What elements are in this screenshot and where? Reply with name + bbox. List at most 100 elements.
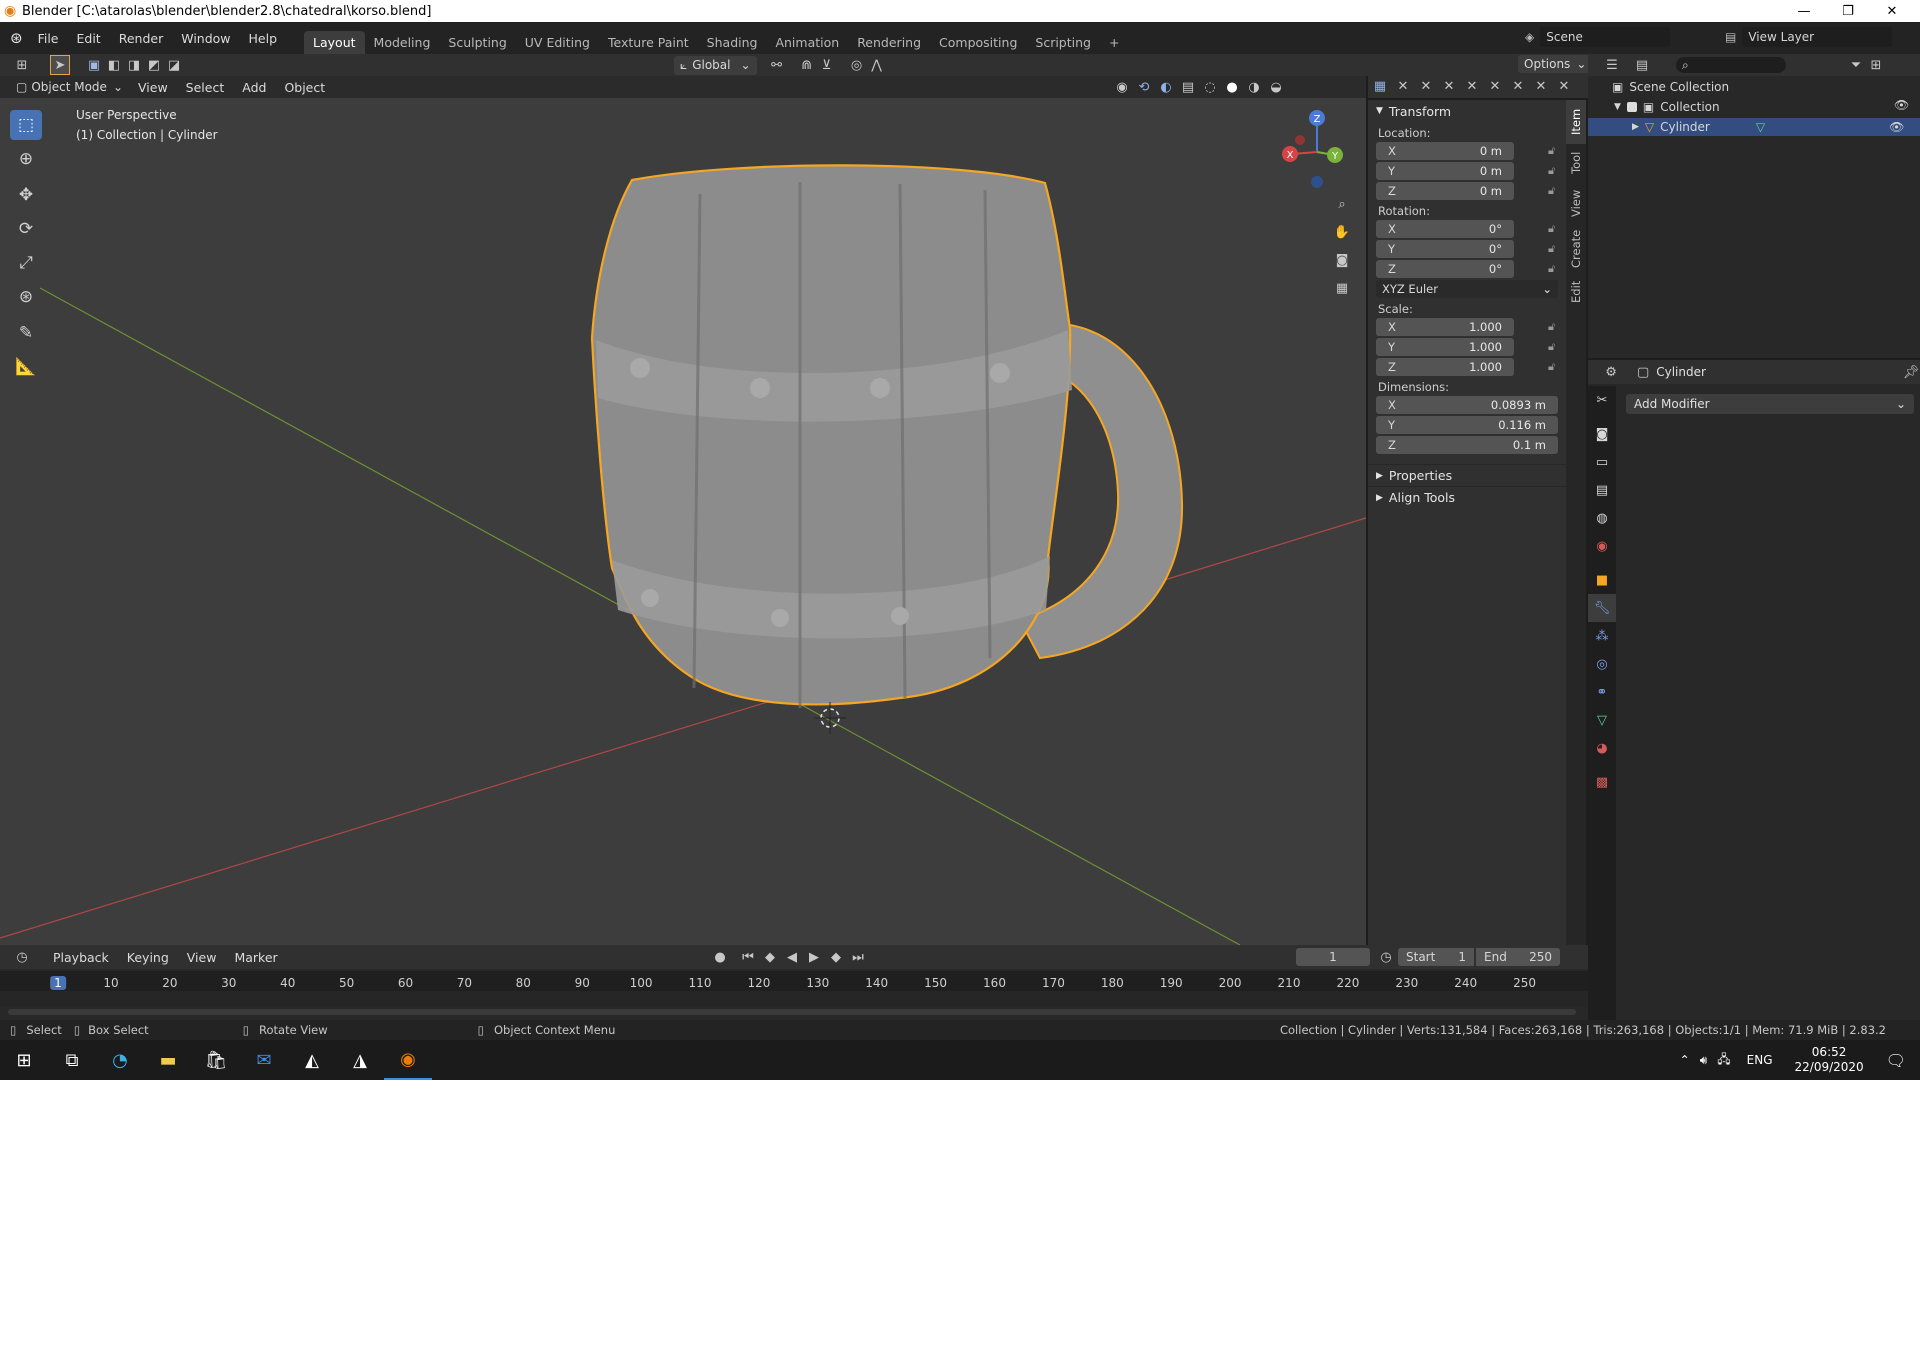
jump-start-icon[interactable]: ⏮ bbox=[738, 947, 758, 967]
menu-edit[interactable]: Edit bbox=[68, 31, 110, 46]
options-dropdown[interactable]: Options ⌄ bbox=[1518, 55, 1593, 73]
scene-tab-icon[interactable]: ◍ bbox=[1588, 504, 1616, 532]
select-mode-subtract-icon[interactable]: ◨ bbox=[124, 55, 144, 75]
task-view-icon[interactable]: ⧉ bbox=[48, 1040, 96, 1080]
notifications-icon[interactable]: 🗨︎ bbox=[1886, 1051, 1906, 1070]
sidebar-tab-view[interactable]: View bbox=[1566, 182, 1586, 224]
dimensions-x-field[interactable]: X 0.0893 m bbox=[1376, 396, 1558, 414]
lock-icon[interactable]: 🔓︎ bbox=[1548, 340, 1555, 354]
sidebar-tab-create[interactable]: Create bbox=[1566, 224, 1586, 274]
outliner-row-scene-collection[interactable]: ▣ Scene Collection bbox=[1612, 78, 1729, 96]
select-mode-invert-icon[interactable]: ◩ bbox=[144, 55, 164, 75]
lock-icon[interactable]: 🔓︎ bbox=[1548, 320, 1555, 334]
play-icon[interactable]: ▶ bbox=[804, 947, 824, 967]
snap-target-icon[interactable]: ⊻ bbox=[817, 55, 837, 75]
file-explorer-icon[interactable]: ▬ bbox=[144, 1040, 192, 1080]
tab-sculpting[interactable]: Sculpting bbox=[439, 31, 515, 54]
select-tool-icon[interactable]: ➤ bbox=[50, 55, 70, 75]
particles-tab-icon[interactable]: ⁂ bbox=[1588, 622, 1616, 650]
scale-x-field[interactable]: X 1.000 🔓︎ bbox=[1376, 318, 1555, 336]
zoom-icon[interactable]: ⌕ bbox=[1332, 194, 1352, 214]
rotate-tool-icon[interactable]: ⟳ bbox=[10, 214, 42, 244]
transform-orientation-dropdown[interactable]: ⟀ Global ⌄ bbox=[674, 55, 757, 75]
scene-name-field[interactable]: Scene bbox=[1540, 27, 1671, 47]
data-tab-icon[interactable]: ▽ bbox=[1588, 706, 1616, 734]
minimize-button[interactable]: — bbox=[1782, 0, 1826, 22]
viewport-menu-select[interactable]: Select bbox=[177, 80, 234, 95]
3d-viewport[interactable]: Z X Y User Perspective (1) Collection | … bbox=[0, 98, 1366, 945]
rotation-y-field[interactable]: Y 0° 🔓︎ bbox=[1376, 240, 1555, 258]
tab-texture-paint[interactable]: Texture Paint bbox=[599, 31, 698, 54]
outliner-row-cylinder[interactable]: ▶ ▽ Cylinder ▽ 👁︎ bbox=[1588, 118, 1920, 136]
physics-tab-icon[interactable]: ◎ bbox=[1588, 650, 1616, 678]
dimensions-y-field[interactable]: Y 0.116 m bbox=[1376, 416, 1558, 434]
viewport-menu-object[interactable]: Object bbox=[275, 80, 334, 95]
camera-view-icon[interactable]: ◙ bbox=[1332, 250, 1352, 270]
constraints-tab-icon[interactable]: ⚭ bbox=[1588, 678, 1616, 706]
timeline-keyframe-area[interactable] bbox=[0, 991, 1588, 1007]
sidebar-tab-tool[interactable]: Tool bbox=[1566, 144, 1586, 182]
align-tools-panel-header[interactable]: ▶ Align Tools bbox=[1368, 486, 1566, 508]
tab-uv-editing[interactable]: UV Editing bbox=[516, 31, 599, 54]
gizmo-toggle-icon[interactable]: ⟲ bbox=[1134, 77, 1154, 97]
add-workspace-button[interactable]: + bbox=[1100, 31, 1128, 54]
rotation-z-field[interactable]: Z 0° 🔓︎ bbox=[1376, 260, 1555, 278]
tab-modeling[interactable]: Modeling bbox=[365, 31, 440, 54]
menu-window[interactable]: Window bbox=[172, 31, 239, 46]
lock-icon[interactable]: 🔓︎ bbox=[1548, 360, 1555, 374]
sidebar-tab-edit[interactable]: Edit bbox=[1566, 274, 1586, 310]
chevron-right-icon[interactable]: ▶ bbox=[1632, 122, 1639, 132]
wireframe-shading-icon[interactable]: ◌ bbox=[1200, 77, 1220, 97]
display-mode-icon[interactable]: ▤ bbox=[1632, 55, 1652, 75]
outliner-search-input[interactable]: ⌕ bbox=[1676, 57, 1786, 73]
timeline-menu-keying[interactable]: Keying bbox=[118, 950, 178, 965]
current-frame-field[interactable]: 1 bbox=[1296, 948, 1370, 966]
lock-icon[interactable]: 🔓︎ bbox=[1548, 242, 1555, 256]
windows-start-icon[interactable]: ⊞ bbox=[0, 1040, 48, 1080]
unity-icon[interactable]: ◭ bbox=[288, 1040, 336, 1080]
render-tab-icon[interactable]: ◙ bbox=[1588, 420, 1616, 448]
close-icon[interactable]: ✕ bbox=[1554, 76, 1574, 96]
eye-icon[interactable]: 👁︎ bbox=[1894, 98, 1909, 112]
close-icon[interactable]: ✕ bbox=[1531, 76, 1551, 96]
snap-icon[interactable]: ⋒ bbox=[797, 55, 817, 75]
close-window-button[interactable]: ✕ bbox=[1870, 0, 1914, 22]
view-layer-name-field[interactable]: View Layer bbox=[1742, 27, 1893, 47]
material-tab-icon[interactable]: ◕ bbox=[1588, 734, 1616, 762]
output-tab-icon[interactable]: ▭ bbox=[1588, 448, 1616, 476]
scene-selector[interactable]: ◈ Scene bbox=[1525, 27, 1671, 47]
properties-panel-header[interactable]: ▶ Properties bbox=[1368, 464, 1566, 486]
rendered-shading-icon[interactable]: ◒ bbox=[1266, 77, 1286, 97]
ortho-grid-icon[interactable]: ▦ bbox=[1332, 278, 1352, 298]
solid-shading-icon[interactable]: ● bbox=[1222, 77, 1242, 97]
blender-menu-icon[interactable]: ⊛ bbox=[10, 29, 23, 47]
scale-y-field[interactable]: Y 1.000 🔓︎ bbox=[1376, 338, 1555, 356]
menu-render[interactable]: Render bbox=[110, 31, 173, 46]
move-tool-icon[interactable]: ✥ bbox=[10, 180, 42, 210]
language-indicator[interactable]: ENG bbox=[1747, 1053, 1773, 1067]
start-frame-field[interactable]: Start 1 bbox=[1398, 948, 1474, 966]
visibility-icon[interactable]: ◉ bbox=[1112, 77, 1132, 97]
location-y-field[interactable]: Y0 m 🔓︎ bbox=[1376, 162, 1555, 180]
store-icon[interactable]: 🛍︎ bbox=[192, 1040, 240, 1080]
viewport-menu-add[interactable]: Add bbox=[233, 80, 275, 95]
checkbox-icon[interactable] bbox=[1626, 102, 1637, 112]
cursor-tool-icon[interactable]: ⊕ bbox=[10, 144, 42, 174]
play-reverse-icon[interactable]: ◀ bbox=[782, 947, 802, 967]
world-tab-icon[interactable]: ◉ bbox=[1588, 532, 1616, 560]
close-icon[interactable]: ✕ bbox=[1508, 76, 1528, 96]
eye-icon[interactable]: 👁︎ bbox=[1889, 120, 1904, 134]
object-tab-icon[interactable]: ■ bbox=[1588, 566, 1616, 594]
lock-icon[interactable]: 🔓︎ bbox=[1548, 184, 1555, 198]
next-keyframe-icon[interactable]: ◆ bbox=[826, 947, 846, 967]
transform-tool-icon[interactable]: ⊛ bbox=[10, 282, 42, 312]
overlay-toggle-icon[interactable]: ◐ bbox=[1156, 77, 1176, 97]
xray-toggle-icon[interactable]: ▤ bbox=[1178, 77, 1198, 97]
close-icon[interactable]: ✕ bbox=[1485, 76, 1505, 96]
lock-icon[interactable]: 🔓︎ bbox=[1548, 262, 1555, 276]
close-icon[interactable]: ✕ bbox=[1416, 76, 1436, 96]
close-icon[interactable]: ✕ bbox=[1439, 76, 1459, 96]
prev-keyframe-icon[interactable]: ◆ bbox=[760, 947, 780, 967]
lock-icon[interactable]: 🔓︎ bbox=[1548, 222, 1555, 236]
scale-tool-icon[interactable]: ⤢ bbox=[10, 248, 42, 278]
